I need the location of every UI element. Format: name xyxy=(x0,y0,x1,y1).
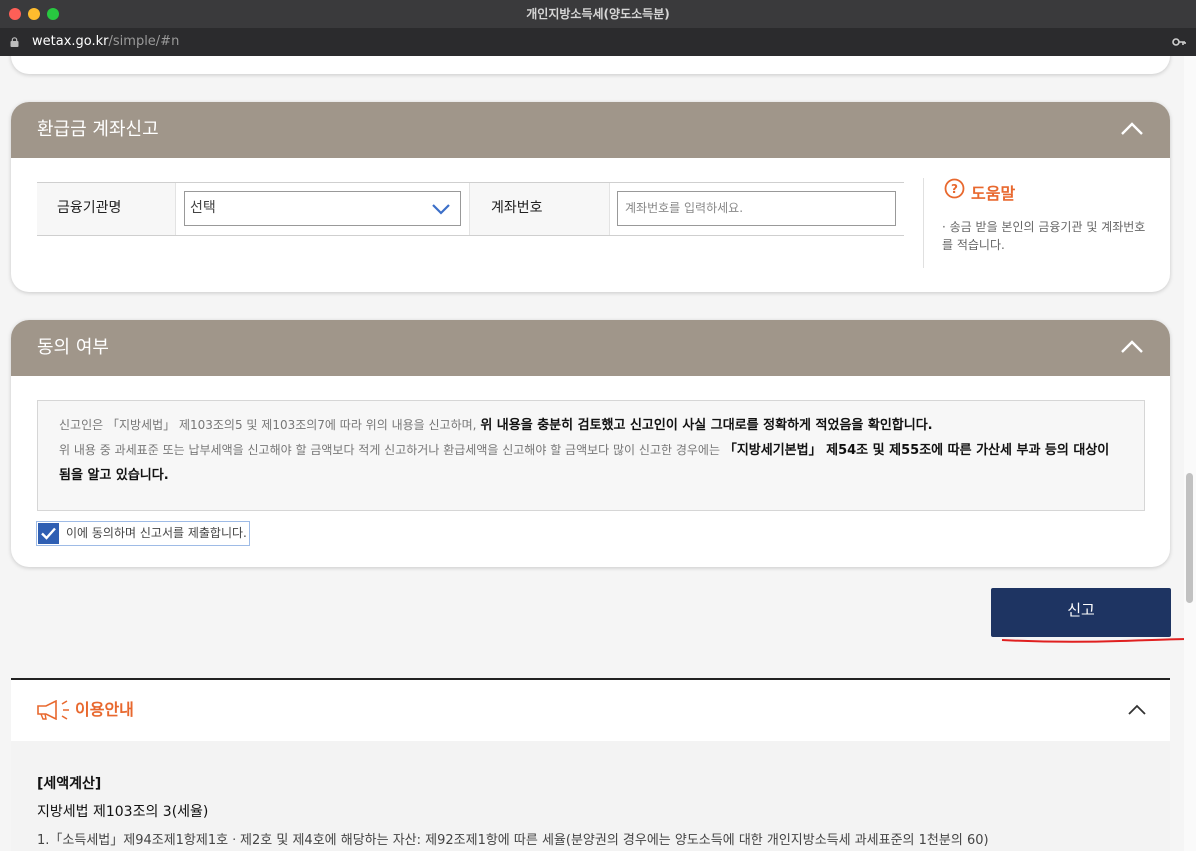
red-underline-annotation xyxy=(1001,638,1187,643)
lock-icon xyxy=(10,37,19,47)
chevron-up-icon[interactable] xyxy=(1128,704,1146,716)
page-viewport: 환급금 계좌신고 금융기관명 선택 계좌번호 계좌번호를 입력하세요. ? 도움… xyxy=(0,56,1196,851)
help-text: · 송금 받을 본인의 금융기관 및 계좌번호를 적습니다. xyxy=(942,220,1146,252)
cell-divider xyxy=(469,183,470,235)
refund-account-table: 금융기관명 선택 계좌번호 계좌번호를 입력하세요. xyxy=(37,182,904,236)
scrollbar-track[interactable] xyxy=(1184,56,1196,851)
consent-checkbox[interactable]: 이에 동의하며 신고서를 제출합니다. xyxy=(36,521,250,546)
consent-text-1: 신고인은 「지방세법」 제103조의5 및 제103조의7에 따라 위의 내용을… xyxy=(59,418,481,432)
consent-section-title: 동의 여부 xyxy=(37,337,109,358)
scrollbar-thumb[interactable] xyxy=(1186,473,1193,603)
url-host: wetax.go.kr xyxy=(32,34,109,49)
usage-guide-body: [세액계산] 지방세법 제103조의 3(세율) 1.「소득세법」제94조제1항… xyxy=(11,741,1170,851)
minimize-window-button[interactable] xyxy=(28,8,40,20)
submit-button[interactable]: 신고 xyxy=(991,588,1171,637)
window-titlebar: 개인지방소득세(양도소득분) xyxy=(0,0,1196,28)
previous-section-card xyxy=(11,56,1170,74)
usage-guide-title[interactable]: 이용안내 xyxy=(37,680,134,740)
refund-section-title: 환급금 계좌신고 xyxy=(37,119,159,140)
account-number-input[interactable]: 계좌번호를 입력하세요. xyxy=(617,191,896,226)
account-label: 계좌번호 xyxy=(469,183,609,235)
consent-section-header[interactable]: 동의 여부 xyxy=(11,320,1170,376)
chevron-down-icon xyxy=(432,204,450,215)
address-bar[interactable]: wetax.go.kr/simple/#n xyxy=(0,28,1196,56)
bank-select-value: 선택 xyxy=(190,200,216,216)
tax-law-subheading: 지방세법 제103조의 3(세율) xyxy=(37,804,209,820)
consent-text-1-bold: 위 내용을 충분히 검토했고 신고인이 사실 그대로를 정확하게 적었음을 확인… xyxy=(480,418,933,433)
consent-text-2: 위 내용 중 과세표준 또는 납부세액을 신고해야 할 금액보다 적게 신고하거… xyxy=(59,443,724,457)
chevron-up-icon[interactable] xyxy=(1120,120,1144,136)
window-title: 개인지방소득세(양도소득분) xyxy=(526,7,670,21)
consent-statement: 신고인은 「지방세법」 제103조의5 및 제103조의7에 따라 위의 내용을… xyxy=(37,400,1145,511)
refund-account-section: 환급금 계좌신고 금융기관명 선택 계좌번호 계좌번호를 입력하세요. ? 도움… xyxy=(11,102,1170,292)
help-title: 도움말 xyxy=(971,184,1016,203)
bank-label: 금융기관명 xyxy=(37,183,175,235)
close-window-button[interactable] xyxy=(9,8,21,20)
help-panel: ? 도움말 · 송금 받을 본인의 금융기관 및 계좌번호를 적습니다. xyxy=(923,178,1155,268)
usage-guide-section: 이용안내 [세액계산] 지방세법 제103조의 3(세율) 1.「소득세법」제9… xyxy=(11,678,1170,851)
tax-rate-item: 1.「소득세법」제94조제1항제1호ㆍ제2호 및 제4호에 해당하는 자산: 제… xyxy=(37,833,989,848)
zoom-window-button[interactable] xyxy=(47,8,59,20)
consent-checkbox-label: 이에 동의하며 신고서를 제출합니다. xyxy=(66,526,247,540)
url-path: /simple/#n xyxy=(108,34,180,49)
checkmark-icon xyxy=(38,523,59,544)
cell-divider xyxy=(175,183,176,235)
url-text[interactable]: wetax.go.kr/simple/#n xyxy=(32,28,179,56)
chevron-up-icon[interactable] xyxy=(1120,338,1144,354)
key-icon[interactable] xyxy=(1172,36,1186,48)
cell-divider xyxy=(609,183,610,235)
tax-calc-heading: [세액계산] xyxy=(37,776,102,792)
refund-section-header[interactable]: 환급금 계좌신고 xyxy=(11,102,1170,158)
bank-select[interactable]: 선택 xyxy=(184,191,461,226)
consent-section: 동의 여부 신고인은 「지방세법」 제103조의5 및 제103조의7에 따라 … xyxy=(11,320,1170,567)
